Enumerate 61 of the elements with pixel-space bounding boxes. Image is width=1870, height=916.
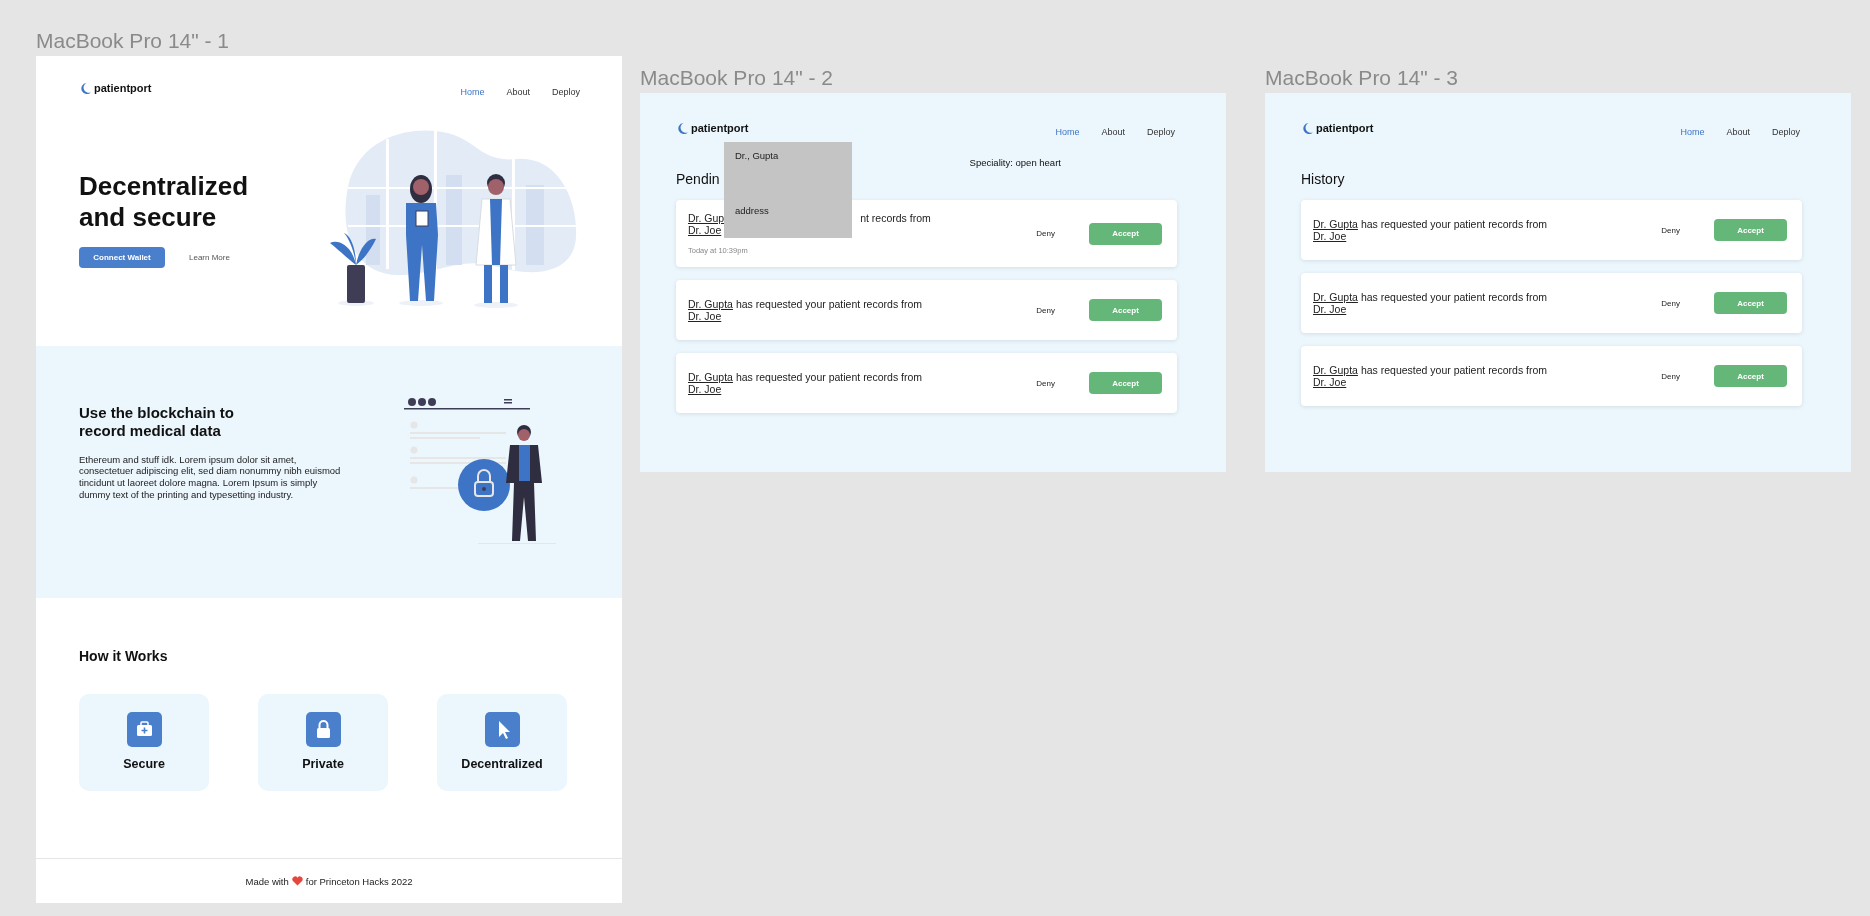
patient-link[interactable]: Dr. Joe xyxy=(1313,376,1347,388)
frame-title: MacBook Pro 14" - 3 xyxy=(1265,65,1460,91)
patient-link[interactable]: Dr. Joe xyxy=(1313,303,1347,315)
nav-link[interactable]: Home xyxy=(460,87,485,97)
logo-text: patientport xyxy=(94,82,152,94)
deny-button[interactable]: Deny xyxy=(1661,225,1680,235)
doctor-link[interactable]: Dr. Gupta xyxy=(1313,218,1358,230)
learn-more-link[interactable]: Learn More xyxy=(189,253,230,262)
frame-title: MacBook Pro 14" - 1 xyxy=(36,28,231,54)
request-message: Dr. Gupta has requested your patient records from Dr. Joe xyxy=(1313,218,1549,242)
request-message: Dr. Gupta has requested your patient records from Dr. Joe xyxy=(1313,291,1549,315)
page-heading: History xyxy=(1301,170,1345,187)
request-message: Dr. Gupta has requested your patient records from Dr. Joe xyxy=(688,371,924,395)
deny-button[interactable]: Deny xyxy=(1036,229,1055,238)
doctor-link[interactable]: Dr. Gupta xyxy=(1313,364,1358,376)
logo-text: patientport xyxy=(1316,122,1374,134)
patient-link[interactable]: Dr. Joe xyxy=(688,310,722,322)
nav-link[interactable]: About xyxy=(506,87,530,97)
doctor-link[interactable]: Dr. Gupta xyxy=(688,371,733,383)
section-heading: Use the blockchain to record medical data xyxy=(79,403,236,440)
feature-label: Decentralized xyxy=(461,757,543,772)
patient-link[interactable]: Dr. Joe xyxy=(688,224,722,236)
speciality-text: Speciality: open heart xyxy=(969,157,1061,170)
cursor-icon xyxy=(484,712,520,748)
footer-text: for Princeton Hacks 2022 xyxy=(305,875,413,887)
patient-link[interactable]: Dr. Joe xyxy=(1313,230,1347,242)
deny-button[interactable]: Deny xyxy=(1036,305,1055,315)
feature-label: Secure xyxy=(123,757,165,772)
deny-button[interactable]: Deny xyxy=(1661,371,1680,381)
logo-text: patientport xyxy=(691,122,749,134)
nav-link[interactable]: About xyxy=(1726,127,1750,137)
section-heading: How it Works xyxy=(79,648,169,665)
feature-label: Private xyxy=(302,757,344,772)
popup-address: address xyxy=(735,205,770,216)
footer-text: Made with xyxy=(245,875,289,887)
page-heading: Pendin xyxy=(676,170,720,187)
deny-button[interactable]: Deny xyxy=(1661,298,1680,308)
request-message: Dr. Gupta has requested your patient records from Dr. Joe xyxy=(1313,364,1549,388)
crescent-logo-icon xyxy=(1301,121,1314,135)
lock-icon xyxy=(305,712,341,748)
nav-link[interactable]: Deploy xyxy=(552,87,580,97)
doctor-link[interactable]: Dr. Gup xyxy=(688,212,725,224)
doctor-link[interactable]: Dr. Gupta xyxy=(688,298,733,310)
nav-link[interactable]: About xyxy=(1101,127,1125,137)
nav-link[interactable]: Home xyxy=(1055,127,1080,137)
connect-wallet-button[interactable]: Connect Wallet xyxy=(79,247,165,268)
hero-heading: Decentralized and secure xyxy=(79,171,250,233)
request-message: Dr. Gupta has requested your patient records from Dr. Joe xyxy=(688,298,924,322)
nav-link[interactable]: Deploy xyxy=(1147,127,1175,137)
doctor-link[interactable]: Dr. Gupta xyxy=(1313,291,1358,303)
section-paragraph: Ethereum and stuff idk. Lorem ipsum dolor sit amet, consectetuer adipiscing elit, sed diam nonummy nibh euismod tincidunt ut laoreet dolore magna. Lorem Ipsum is simply dummy text of the printing and typesetting industry. xyxy=(79,453,342,501)
heart-icon xyxy=(291,876,303,887)
nav-link[interactable]: Home xyxy=(1680,127,1705,137)
medkit-icon xyxy=(126,712,162,748)
frame-title: MacBook Pro 14" - 2 xyxy=(640,65,835,91)
nav-link[interactable]: Deploy xyxy=(1772,127,1800,137)
crescent-logo-icon xyxy=(79,81,92,95)
popup-name: Dr., Gupta xyxy=(735,150,780,161)
deny-button[interactable]: Deny xyxy=(1036,378,1055,388)
crescent-logo-icon xyxy=(676,121,689,135)
patient-link[interactable]: Dr. Joe xyxy=(688,383,722,395)
